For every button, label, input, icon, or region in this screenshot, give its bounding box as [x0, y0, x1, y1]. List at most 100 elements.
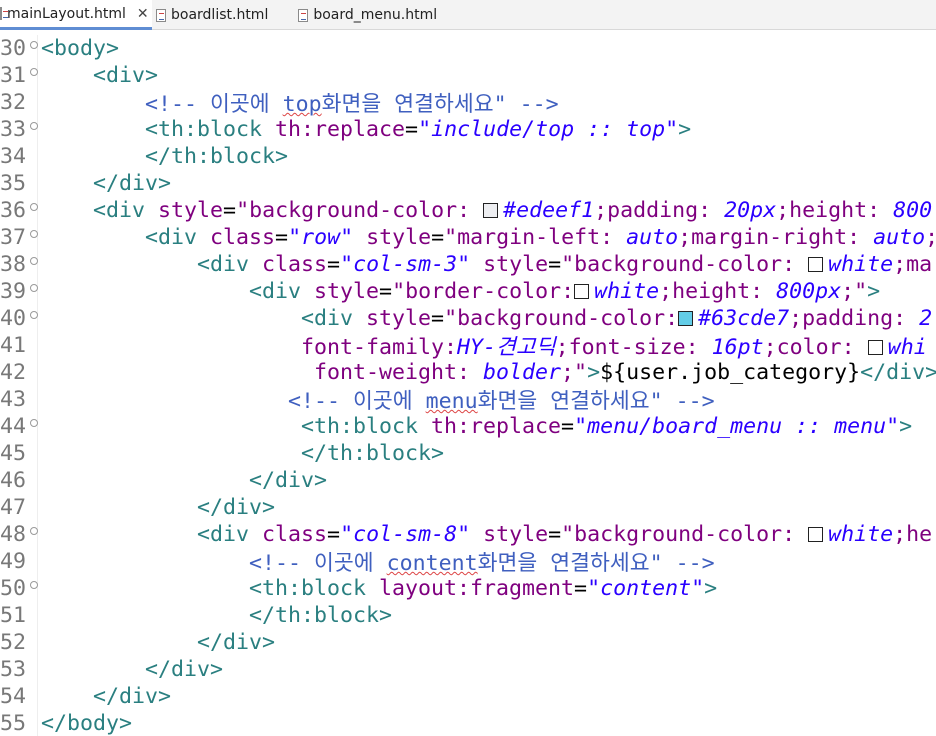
code-line[interactable]: 39 <div style="border-color: white;height… — [0, 278, 936, 305]
fold-toggle-icon[interactable] — [30, 229, 41, 242]
code-line[interactable]: 55 </body> — [0, 710, 936, 736]
text-token: ${user.job_category} — [600, 360, 861, 385]
attribute-token: class — [262, 522, 328, 547]
attribute-token: "margin-left: — [444, 225, 627, 250]
fold-toggle-icon[interactable] — [30, 67, 41, 80]
value-token: "col-sm-3" — [340, 252, 471, 277]
code-text: <th:block th:replace="menu/board_menu ::… — [41, 414, 912, 439]
line-number: 31 — [0, 63, 27, 88]
attribute-token: ;font-size: — [555, 335, 712, 360]
value-token: "col-sm-8" — [340, 522, 471, 547]
attribute-token: ; — [925, 225, 936, 250]
tab-label: boardlist.html — [171, 7, 269, 23]
attribute-token: style — [353, 225, 432, 250]
code-line[interactable]: 44 <th:block th:replace="menu/board_menu… — [0, 413, 936, 440]
tag-token: > — [587, 360, 601, 385]
code-line[interactable]: 54 </div> — [0, 683, 936, 710]
code-line[interactable]: 46 </div> — [0, 467, 936, 494]
code-line[interactable]: 31 <div> — [0, 62, 936, 89]
tab-boardlist-html[interactable]: boardlist.html — [156, 0, 276, 30]
tag-token: <th:block — [301, 414, 432, 439]
attribute-token: ;height: — [659, 279, 777, 304]
color-swatch-icon — [483, 203, 499, 218]
code-line[interactable]: 33 <th:block th:replace="include/top :: … — [0, 116, 936, 143]
tab-mainlayout-html[interactable]: mainLayout.html ✕ — [0, 0, 152, 30]
fold-toggle-icon[interactable] — [30, 121, 41, 134]
attribute-token: th:replace — [275, 117, 406, 142]
line-number: 45 — [0, 441, 27, 466]
tag-token: </div> — [93, 684, 172, 709]
fold-toggle-icon[interactable] — [30, 526, 41, 539]
value-token: auto — [626, 225, 679, 250]
code-line[interactable]: 42 font-weight: bolder;">${user.job_cate… — [0, 359, 936, 386]
text-token: = — [327, 252, 341, 277]
code-line[interactable]: 34 </th:block> — [0, 143, 936, 170]
tag-token: <th:block — [145, 117, 276, 142]
tag-token: <div — [301, 306, 367, 331]
comment-token: top — [282, 92, 322, 117]
value-token: white — [828, 252, 894, 277]
code-text: <!-- 이곳에 menu화면을 연결하세요" --> — [41, 384, 715, 415]
code-text: </th:block> — [41, 441, 444, 466]
code-line[interactable]: 38 <div class="col-sm-3" style="backgrou… — [0, 251, 936, 278]
code-text: font-weight: bolder;">${user.job_categor… — [41, 360, 936, 385]
code-line[interactable]: 37 <div class="row" style="margin-left: … — [0, 224, 936, 251]
fold-toggle-icon[interactable] — [30, 580, 41, 593]
code-line[interactable]: 43 <!-- 이곳에 menu화면을 연결하세요" --> — [0, 384, 936, 415]
fold-toggle-icon[interactable] — [30, 202, 41, 215]
value-token: white — [828, 522, 894, 547]
code-line[interactable]: 36 <div style="background-color: #edeef1… — [0, 197, 936, 224]
code-line[interactable]: 47 </div> — [0, 494, 936, 521]
line-number: 49 — [0, 549, 27, 574]
code-line[interactable]: 53 </div> — [0, 656, 936, 683]
fold-toggle-icon[interactable] — [30, 256, 41, 269]
code-line[interactable]: 45 </th:block> — [0, 440, 936, 467]
tag-token: > — [704, 576, 718, 601]
text-token: = — [223, 198, 237, 223]
value-token: white — [594, 279, 660, 304]
tag-token: > — [867, 279, 881, 304]
fold-toggle-icon[interactable] — [30, 418, 41, 431]
code-text: <div style="background-color: #edeef1;pa… — [41, 198, 932, 223]
tab-board-menu-html[interactable]: board_menu.html — [298, 0, 445, 30]
code-line[interactable]: 49 <!-- 이곳에 content화면을 연결하세요" --> — [0, 548, 936, 576]
close-icon[interactable]: ✕ — [137, 6, 149, 22]
line-number: 35 — [0, 171, 27, 196]
attribute-token: th:replace — [431, 414, 562, 439]
code-line[interactable]: 30 <body> — [0, 35, 936, 62]
tag-token: <div — [145, 225, 211, 250]
code-line[interactable]: 40 <div style="background-color: #63cde7;… — [0, 305, 936, 332]
code-line[interactable]: 48 <div class="col-sm-8" style="backgrou… — [0, 521, 936, 548]
color-swatch-icon — [808, 527, 824, 542]
text-token: = — [561, 414, 575, 439]
fold-toggle-icon[interactable] — [30, 283, 41, 296]
attribute-token: "background-color: — [444, 306, 679, 331]
text-token: = — [327, 522, 341, 547]
tag-token: <body> — [41, 36, 120, 61]
fold-toggle-icon[interactable] — [30, 40, 41, 53]
fold-toggle-icon[interactable] — [30, 310, 41, 323]
code-line[interactable]: 41 font-family:HY-견고딕;font-size: 16pt;co… — [0, 332, 936, 360]
comment-token: 화면을 연결하세요" --> — [321, 92, 559, 117]
code-line[interactable]: 52 </div> — [0, 629, 936, 656]
comment-token: <!-- 이곳에 — [249, 551, 387, 576]
comment-token: menu — [425, 389, 478, 414]
code-line[interactable]: 51 </th:block> — [0, 602, 936, 629]
code-line[interactable]: 50 <th:block layout:fragment="content"> — [0, 575, 936, 602]
line-number: 30 — [0, 36, 27, 61]
value-token: bolder — [483, 360, 562, 385]
code-editor[interactable]: 30 <body> 31 <div> 32 <!-- 이곳에 top화면을 연결하세요… — [0, 35, 936, 736]
attribute-token: ;height: — [776, 198, 894, 223]
code-text: <body> — [41, 36, 119, 61]
code-line[interactable]: 35 </div> — [0, 170, 936, 197]
line-number: 54 — [0, 684, 27, 709]
code-line[interactable]: 32 <!-- 이곳에 top화면을 연결하세요" --> — [0, 89, 936, 117]
